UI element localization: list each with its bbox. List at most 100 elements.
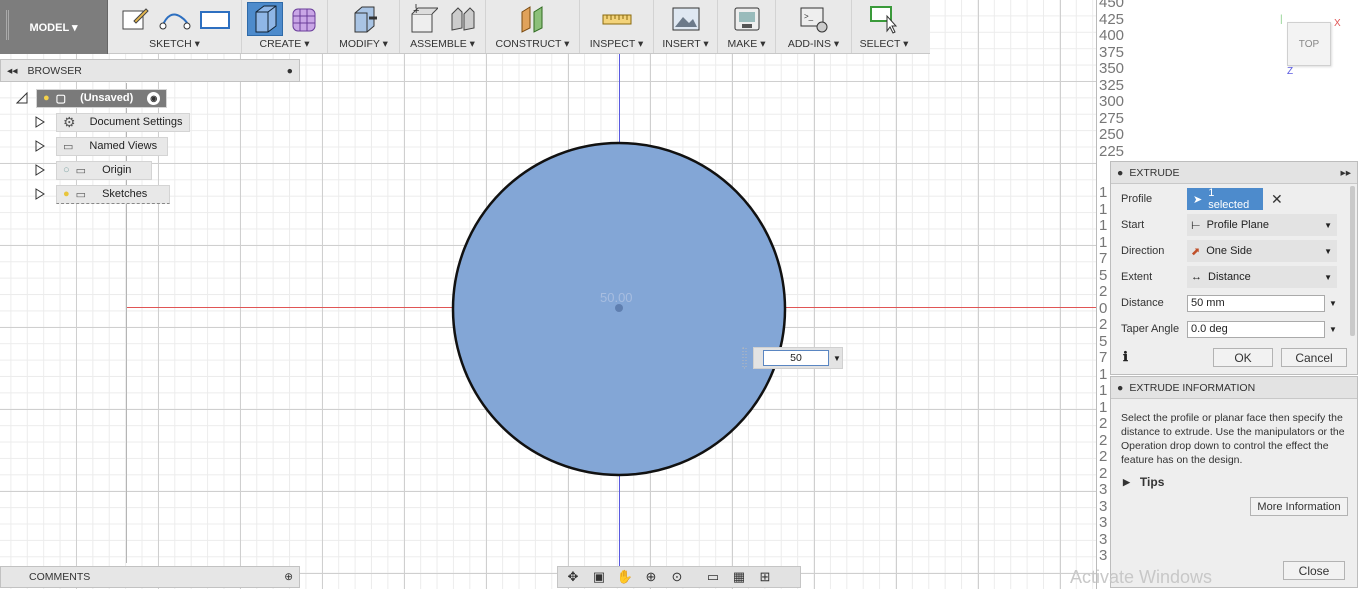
one-side-icon: ⬈: [1191, 245, 1201, 258]
add-comment-icon[interactable]: ⊕: [284, 571, 293, 583]
tips-toggle[interactable]: ▶ Tips: [1123, 475, 1164, 489]
new-component-icon[interactable]: +: [405, 2, 441, 36]
lightbulb-icon[interactable]: ●: [43, 92, 50, 104]
scripts-icon[interactable]: >_: [796, 2, 832, 36]
browser-item-document-settings[interactable]: ⚙ Document Settings: [34, 112, 190, 132]
clear-selection-icon[interactable]: ✕: [1271, 191, 1283, 208]
sketches-node[interactable]: ● ▭ Sketches: [56, 184, 170, 204]
lightbulb-icon[interactable]: ●: [63, 188, 70, 200]
make-group[interactable]: MAKE ▾: [718, 0, 776, 53]
start-dropdown[interactable]: ⊢ Profile Plane ▼: [1187, 214, 1337, 236]
expand-arrows-icon[interactable]: ▸▸: [1340, 167, 1351, 179]
minimize-icon[interactable]: ●: [287, 65, 293, 77]
browser-item-sketches[interactable]: ● ▭ Sketches: [34, 184, 170, 204]
zoom-window-icon[interactable]: ⊙: [666, 568, 688, 586]
inspect-menu-label[interactable]: INSPECT ▾: [590, 38, 644, 52]
activate-radio-icon[interactable]: ◉: [147, 91, 161, 105]
insert-menu-label[interactable]: INSERT ▾: [662, 38, 708, 52]
sketch-arc-icon[interactable]: [157, 2, 193, 36]
display-settings-icon[interactable]: ▭: [702, 568, 724, 586]
orbit-icon[interactable]: ✥: [562, 568, 584, 586]
x-axis-label: X: [1334, 18, 1341, 29]
chevron-down-icon[interactable]: ▼: [833, 354, 841, 363]
main-toolbar: MODEL ▾ SKETCH ▾ CREATE ▾ MODIFY ▾ + ASS…: [0, 0, 930, 54]
assemble-menu-label[interactable]: ASSEMBLE ▾: [410, 38, 475, 52]
browser-root-row[interactable]: ● ▢ (Unsaved) ◉: [16, 88, 168, 108]
create-group[interactable]: CREATE ▾: [242, 0, 328, 53]
create-menu-label[interactable]: CREATE ▾: [260, 38, 310, 52]
collapse-icon[interactable]: ●: [1117, 167, 1123, 179]
named-views-node[interactable]: ▭ Named Views: [56, 136, 168, 156]
collapsed-triangle-icon[interactable]: [34, 188, 46, 200]
press-pull-icon[interactable]: [346, 2, 382, 36]
construct-group[interactable]: CONSTRUCT ▾: [486, 0, 580, 53]
assemble-group[interactable]: + ASSEMBLE ▾: [400, 0, 486, 53]
select-cursor-icon[interactable]: [866, 2, 902, 36]
extrude-info-header[interactable]: ● EXTRUDE INFORMATION: [1111, 377, 1357, 399]
ok-button[interactable]: OK: [1213, 348, 1273, 367]
insert-group[interactable]: INSERT ▾: [654, 0, 718, 53]
make-menu-label[interactable]: MAKE ▾: [728, 38, 766, 52]
chevron-down-icon[interactable]: ▼: [1329, 325, 1337, 334]
profile-value: 1 selected: [1208, 187, 1250, 211]
look-at-icon[interactable]: ▣: [588, 568, 610, 586]
info-icon[interactable]: ℹ: [1123, 349, 1128, 365]
dialog-scrollbar[interactable]: [1350, 186, 1355, 336]
browser-panel-header[interactable]: ◂◂ BROWSER ●: [0, 59, 300, 82]
offset-plane-icon[interactable]: [515, 2, 551, 36]
select-group[interactable]: SELECT ▾: [852, 0, 916, 53]
sketch-menu-label[interactable]: SKETCH ▾: [149, 38, 200, 52]
3d-print-icon[interactable]: [729, 2, 765, 36]
modify-group[interactable]: MODIFY ▾: [328, 0, 400, 53]
extrude-dialog-header[interactable]: ● EXTRUDE ▸▸: [1111, 162, 1357, 184]
close-button[interactable]: Close: [1283, 561, 1345, 580]
profile-selection-button[interactable]: ➤ 1 selected: [1187, 187, 1263, 211]
ruler-side-label: 3: [1099, 514, 1108, 531]
taper-angle-field[interactable]: 0.0 deg: [1187, 320, 1325, 338]
viewports-icon[interactable]: ⊞: [754, 568, 776, 586]
comments-panel-header[interactable]: COMMENTS ⊕: [0, 566, 300, 588]
workspace-switch-button[interactable]: MODEL ▾: [0, 0, 108, 54]
distance-field[interactable]: 50 mm: [1187, 294, 1325, 312]
modify-menu-label[interactable]: MODIFY ▾: [339, 38, 388, 52]
browser-item-origin[interactable]: ○ ▭ Origin: [34, 160, 152, 180]
cancel-button[interactable]: Cancel: [1281, 348, 1347, 367]
measure-icon[interactable]: [599, 2, 635, 36]
addins-menu-label[interactable]: ADD-INS ▾: [788, 38, 839, 52]
collapsed-triangle-icon[interactable]: [34, 116, 46, 128]
select-menu-label[interactable]: SELECT ▾: [860, 38, 909, 52]
chevron-down-icon[interactable]: ▼: [1329, 299, 1337, 308]
distance-manipulator-input[interactable]: 50 ▼: [753, 347, 843, 369]
origin-node[interactable]: ○ ▭ Origin: [56, 160, 152, 180]
sketch-group[interactable]: SKETCH ▾: [108, 0, 242, 53]
direction-dropdown[interactable]: ⬈ One Side ▼: [1187, 240, 1337, 262]
collapse-icon[interactable]: ●: [1117, 382, 1123, 394]
form-icon[interactable]: [287, 2, 323, 36]
extrude-icon[interactable]: [246, 2, 283, 36]
lightbulb-off-icon[interactable]: ○: [63, 164, 70, 176]
sketch-rectangle-icon[interactable]: [197, 2, 233, 36]
document-settings-node[interactable]: ⚙ Document Settings: [56, 112, 190, 132]
construct-menu-label[interactable]: CONSTRUCT ▾: [496, 38, 570, 52]
insert-image-icon[interactable]: [668, 2, 704, 36]
addins-group[interactable]: >_ ADD-INS ▾: [776, 0, 852, 53]
taper-label: Taper Angle: [1121, 323, 1180, 335]
collapsed-triangle-icon[interactable]: [34, 164, 46, 176]
extent-dropdown[interactable]: ↔ Distance ▼: [1187, 266, 1337, 288]
root-component-node[interactable]: ● ▢ (Unsaved) ◉: [36, 88, 168, 108]
expanded-triangle-icon[interactable]: [16, 92, 28, 104]
more-information-button[interactable]: More Information: [1250, 497, 1348, 516]
distance-input-box[interactable]: 50: [763, 350, 829, 366]
create-sketch-icon[interactable]: [117, 2, 153, 36]
pan-hand-icon[interactable]: ✋: [614, 568, 636, 586]
collapsed-triangle-icon[interactable]: [34, 140, 46, 152]
collapse-left-icon[interactable]: ◂◂: [7, 65, 18, 77]
profile-label: Profile: [1121, 193, 1153, 205]
inspect-group[interactable]: INSPECT ▾: [580, 0, 654, 53]
toolbar-grip[interactable]: [6, 10, 9, 40]
joint-icon[interactable]: [445, 2, 481, 36]
grid-settings-icon[interactable]: ▦: [728, 568, 750, 586]
browser-item-named-views[interactable]: ▭ Named Views: [34, 136, 168, 156]
viewcube[interactable]: TOP: [1287, 22, 1331, 66]
zoom-icon[interactable]: ⊕: [640, 568, 662, 586]
